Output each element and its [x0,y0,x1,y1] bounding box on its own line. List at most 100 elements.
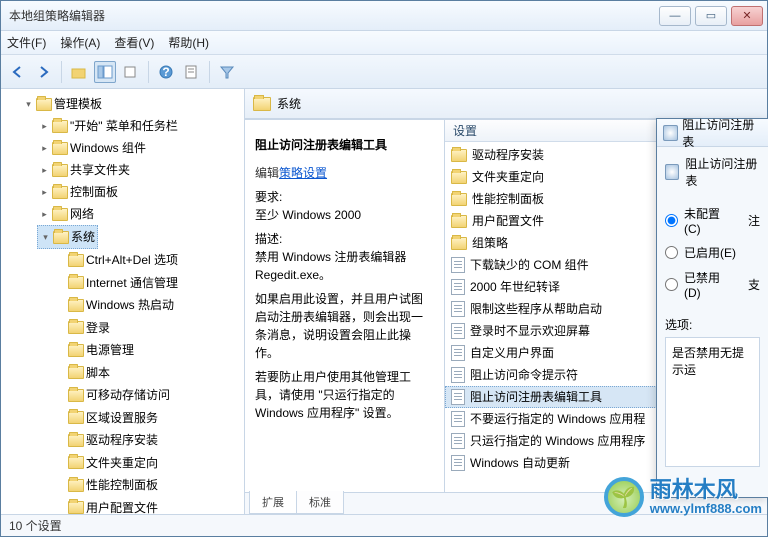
folder-icon [451,237,467,250]
show-hide-tree-icon[interactable] [94,61,116,83]
folder-icon [52,208,68,221]
forward-icon[interactable] [33,61,55,83]
tree-root[interactable]: 管理模板 [54,94,102,114]
policy-icon [451,411,465,427]
folder-up-icon[interactable] [68,61,90,83]
tree-item[interactable]: 区域设置服务 [53,407,160,429]
menu-action[interactable]: 操作(A) [60,34,100,51]
menubar: 文件(F) 操作(A) 查看(V) 帮助(H) [1,31,767,55]
nav-tree[interactable]: ▾ 管理模板 ▸"开始" 菜单和任务栏▸Windows 组件▸共享文件夹▸控制面板… [1,89,245,514]
separator [209,61,210,83]
watermark: 🌱 雨林木风 www.ylmf888.com [604,477,762,517]
expand-icon[interactable]: ▸ [39,121,50,132]
help-icon[interactable]: ? [155,61,177,83]
expand-icon[interactable]: ▸ [39,209,50,220]
folder-icon [68,389,84,402]
desc2: 如果启用此设置，并且用户试图启动注册表编辑器，则会出现一条消息，说明设置会阻止此… [255,290,434,362]
svg-text:?: ? [162,65,169,79]
collapse-icon[interactable]: ▾ [23,99,34,110]
folder-icon [52,142,68,155]
path-bar: 系统 [245,89,767,119]
tree-item-system[interactable]: ▾系统 [37,225,98,249]
collapse-icon[interactable]: ▾ [40,232,51,243]
folder-icon [68,321,84,334]
tree-item[interactable]: 登录 [53,317,112,339]
policy-icon [451,279,465,295]
tree-item[interactable]: 文件夹重定向 [53,452,160,474]
tree-item[interactable]: ▸控制面板 [37,181,120,203]
toolbar: ? [1,55,767,89]
maximize-button[interactable]: ▭ [695,6,727,26]
folder-icon [68,366,84,379]
expand-icon[interactable]: ▸ [39,165,50,176]
label-not-configured: 未配置(C) [684,205,729,236]
policy-icon [451,301,465,317]
tree-item[interactable]: ▸Windows 组件 [37,137,148,159]
tree-item[interactable]: 性能控制面板 [53,474,160,496]
tree-item[interactable]: 驱动程序安装 [53,429,160,451]
policy-icon [451,257,465,273]
folder-icon [451,215,467,228]
tab-standard[interactable]: 标准 [296,491,344,514]
tree-item[interactable]: Ctrl+Alt+Del 选项 [53,249,180,271]
tree-item[interactable]: ▸"开始" 菜单和任务栏 [37,115,180,137]
edit-prefix: 编辑 [255,166,279,180]
expand-icon[interactable]: ▸ [39,187,50,198]
tree-item[interactable]: 用户配置文件 [53,497,160,515]
folder-icon [253,97,271,111]
back-icon[interactable] [7,61,29,83]
folder-icon [53,231,69,244]
tree-item[interactable]: 电源管理 [53,339,136,361]
side-text: 注 [748,212,760,229]
tree-item[interactable]: 脚本 [53,362,112,384]
tree-item[interactable]: ▸网络 [37,203,96,225]
policy-icon [451,345,465,361]
policy-dialog: 阻止访问注册表 阻止访问注册表 未配置(C) 注 已启用(E) 已禁用(D) 支… [656,118,768,498]
tree-item[interactable]: 可移动存储访问 [53,384,172,406]
edit-policy-link[interactable]: 策略设置 [279,166,327,180]
separator [61,61,62,83]
radio-disabled[interactable] [665,278,678,291]
menu-view[interactable]: 查看(V) [114,34,154,51]
folder-icon [451,193,467,206]
folder-icon [68,479,84,492]
watermark-url: www.ylmf888.com [650,501,762,516]
detail-pane: 阻止访问注册表编辑工具 编辑策略设置 要求:至少 Windows 2000 描述… [245,120,445,492]
dialog-titlebar: 阻止访问注册表 [657,119,768,147]
status-bar: 10 个设置 [1,514,767,536]
radio-enabled[interactable] [665,246,678,259]
minimize-button[interactable]: — [659,6,691,26]
status-text: 10 个设置 [9,517,62,534]
watermark-logo: 🌱 [604,477,644,517]
req-label: 要求: [255,190,282,204]
tree-item[interactable]: Windows 热启动 [53,294,176,316]
path-label: 系统 [277,95,301,112]
window-title: 本地组策略编辑器 [9,7,655,24]
tree-item[interactable]: ▸共享文件夹 [37,159,132,181]
folder-icon [68,411,84,424]
menu-help[interactable]: 帮助(H) [168,34,209,51]
side-text2: 支 [748,276,760,293]
policy-heading: 阻止访问注册表编辑工具 [255,136,434,154]
tab-extended[interactable]: 扩展 [249,491,297,514]
titlebar: 本地组策略编辑器 — ▭ ✕ [1,1,767,31]
dialog-row-title: 阻止访问注册表 [685,155,760,189]
folder-icon [52,120,68,133]
folder-icon [52,164,68,177]
folder-icon [451,149,467,162]
menu-file[interactable]: 文件(F) [7,34,46,51]
folder-icon [451,171,467,184]
close-button[interactable]: ✕ [731,6,763,26]
folder-icon [68,456,84,469]
tree-item[interactable]: Internet 通信管理 [53,272,180,294]
filter-icon[interactable] [216,61,238,83]
watermark-brand: 雨林木风 [650,479,762,501]
policy-icon [451,367,465,383]
radio-not-configured[interactable] [665,214,678,227]
expand-icon[interactable]: ▸ [39,143,50,154]
properties-icon[interactable] [181,61,203,83]
label-disabled: 已禁用(D) [684,269,729,300]
options-text: 是否禁用无提示运 [672,346,744,377]
export-icon[interactable] [120,61,142,83]
folder-icon [68,344,84,357]
